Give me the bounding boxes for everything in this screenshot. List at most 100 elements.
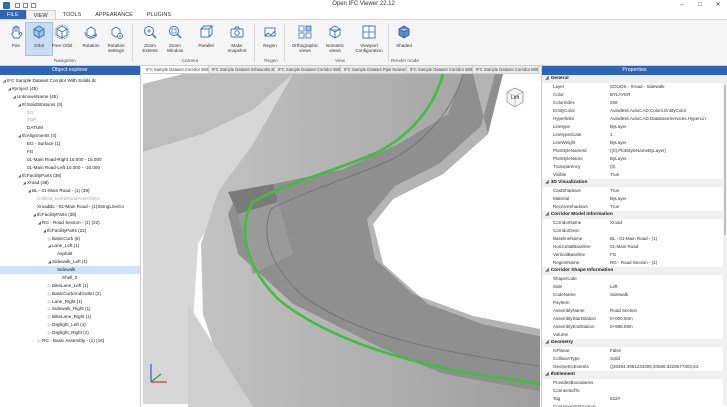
document-tab[interactable]: IFC Sample Dataset Corridor With Solids.…: [407, 66, 473, 73]
tree-item[interactable]: ◢Lane_Left (1): [0, 242, 140, 250]
tree-item[interactable]: EG: [0, 109, 140, 117]
property-row[interactable]: CollisionType Solid: [542, 355, 727, 363]
property-row[interactable]: GeometricExtents ((20484.4951234306,20589…: [542, 363, 727, 371]
property-section[interactable]: ◢ Corridor Model Information: [542, 211, 727, 219]
tree-item[interactable]: ▷BikeLane_Right (1): [0, 313, 140, 321]
collapse-icon[interactable]: ◢: [545, 268, 549, 273]
property-row[interactable]: CorridorName Xroad: [542, 219, 727, 227]
tree-item[interactable]: EG - Surface (1): [0, 140, 140, 148]
tree-item[interactable]: ◢RG - Road Section - (1) (22): [0, 219, 140, 227]
view-cube[interactable]: Left: [503, 86, 527, 110]
tree-item[interactable]: ▷Sidewalk_Right (1): [0, 305, 140, 313]
collapse-icon[interactable]: ◢: [545, 372, 549, 377]
collapse-icon[interactable]: ◢: [545, 180, 549, 185]
maximize-button[interactable]: □: [691, 0, 709, 10]
tree-item[interactable]: Sidewalk: [0, 266, 140, 274]
property-row[interactable]: PayItem: [542, 299, 727, 307]
viewport-configuration-button[interactable]: Viewport Configuration: [352, 23, 386, 54]
tree-item[interactable]: ◢Xroad (38): [0, 179, 140, 187]
property-row[interactable]: BaselineName BL - 01-Main Road - (1): [542, 235, 727, 243]
property-row[interactable]: AssemblyEndStation 0+988.09m: [542, 323, 727, 331]
property-row[interactable]: CorridorDesc: [542, 227, 727, 235]
property-row[interactable]: Material ByLayer: [542, 195, 727, 203]
document-tab[interactable]: IFC Sample Dataset Infrawurks Bridge.ifc: [209, 66, 275, 73]
scrollbar-thumb[interactable]: [724, 85, 726, 235]
tree-item[interactable]: TOP: [0, 116, 140, 124]
document-tab[interactable]: IFC Sample Dataset Corridor With Solids.…: [143, 66, 209, 73]
close-button[interactable]: ✕: [709, 0, 727, 10]
property-row[interactable]: ShapeCode: [542, 275, 727, 283]
property-row[interactable]: IsPlanar False: [542, 347, 727, 355]
isometric-views-button[interactable]: Isometric views: [322, 23, 348, 54]
tree-item[interactable]: Unfilled_IvoIrdRoadAssemblys: [0, 195, 140, 203]
property-row[interactable]: ProvidesBoundaries: [542, 379, 727, 387]
tree-item[interactable]: ▷Daylight_Left (4): [0, 321, 140, 329]
tree-item[interactable]: DATUM: [0, 124, 140, 132]
collapse-icon[interactable]: ◢: [545, 340, 549, 345]
regen-button[interactable]: Regen: [256, 23, 284, 48]
tree-item[interactable]: Shell_0: [0, 274, 140, 282]
tree-item[interactable]: 01-Main Road-Right 15.000 - 15.000: [0, 156, 140, 164]
3d-viewport[interactable]: Left: [143, 74, 540, 407]
tree-item[interactable]: ◢#project (45): [0, 85, 140, 93]
shaded-button[interactable]: Shaded: [390, 23, 418, 48]
orthographic-views-button[interactable]: Orthographic views: [289, 23, 321, 54]
print-icon[interactable]: [31, 2, 36, 8]
minimize-button[interactable]: –: [673, 0, 691, 10]
property-row[interactable]: Transparency (0): [542, 163, 727, 171]
property-row[interactable]: Side Left: [542, 283, 727, 291]
property-row[interactable]: AssemblyStartStation 0+000.00m: [542, 315, 727, 323]
tree-item[interactable]: Asphalt: [0, 250, 140, 258]
tree-item[interactable]: ▷BasicCurb (6): [0, 235, 140, 243]
tab-appearance[interactable]: APPEARANCE: [88, 10, 140, 19]
tree-item[interactable]: XroadBL - 01-Main Road - (1)StringLineCo: [0, 203, 140, 211]
tree-item[interactable]: ◢Sidewalk_Left (1): [0, 258, 140, 266]
tab-view[interactable]: VIEW: [25, 10, 56, 19]
open-icon[interactable]: [23, 2, 28, 8]
save-icon[interactable]: [15, 2, 20, 8]
property-row[interactable]: Tag 822#: [542, 395, 727, 403]
tab-tools[interactable]: TOOLS: [56, 10, 89, 19]
property-row[interactable]: CodeName Sidewalk: [542, 291, 727, 299]
property-row[interactable]: Linetype ByLayer: [542, 123, 727, 131]
property-row[interactable]: Hyperlinks Autodesk.AutoCAD.DatabaseServi…: [542, 115, 727, 123]
property-row[interactable]: VerticalBaseline FG: [542, 251, 727, 259]
tree-item[interactable]: ◢IfcFacilityParts (38): [0, 172, 140, 180]
tab-plugins[interactable]: PLUGINS: [140, 10, 178, 19]
parallel-button[interactable]: Parallel: [192, 23, 220, 48]
document-tab[interactable]: IFC Sample Dataset Corridor With Solids_…: [275, 66, 341, 73]
tree-item[interactable]: ◢IfcFacilityParts (22): [0, 227, 140, 235]
collapse-icon[interactable]: ◢: [545, 212, 549, 217]
property-row[interactable]: ConnectedTo: [542, 387, 727, 395]
property-row[interactable]: AssemblyName Road Section: [542, 307, 727, 315]
collapse-icon[interactable]: ◢: [545, 76, 549, 81]
property-row[interactable]: CastShadows True: [542, 187, 727, 195]
property-row[interactable]: Color BYLAYER: [542, 91, 727, 99]
tree-item[interactable]: ◢IFC Sample Dataset Corridor With Solids…: [0, 77, 140, 85]
property-row[interactable]: ReceiveShadows True: [542, 203, 727, 211]
document-tab[interactable]: IFC Sample Dataset Corridor With Solids.…: [473, 66, 539, 73]
property-row[interactable]: Layer SOLIDS - Xroad - Sidewalk: [542, 83, 727, 91]
tree-item[interactable]: ◢BL - 01-Main Road - (1) (38): [0, 187, 140, 195]
tree-item[interactable]: ▷Lane_Right (1): [0, 298, 140, 306]
property-row[interactable]: ContainedInStructure: [542, 403, 727, 407]
rotation-settings-button[interactable]: Rotation settings: [102, 23, 130, 54]
property-row[interactable]: EntityColor Autodesk.AutoCAD.Colors.Entit…: [542, 107, 727, 115]
free-orbit-button[interactable]: Free Orbit: [48, 23, 76, 48]
property-row[interactable]: HorizontalBaseline 01-Main Road: [542, 243, 727, 251]
zoom-extents-button[interactable]: Zoom Extents: [136, 23, 164, 54]
zoom-window-button[interactable]: Zoom Window: [161, 23, 189, 54]
property-section[interactable]: ◢ Corridor Shape Information: [542, 267, 727, 275]
make-snapshot-button[interactable]: Make snapshot: [223, 23, 251, 54]
property-row[interactable]: Visible True: [542, 171, 727, 179]
tree-item[interactable]: ◢IfcSolidStratums (3): [0, 101, 140, 109]
property-row[interactable]: ColorIndex 256: [542, 99, 727, 107]
property-row[interactable]: RegionName RG - Road Section - (1): [542, 259, 727, 267]
property-section[interactable]: ◢ IfcElement: [542, 371, 727, 379]
property-row[interactable]: LineWeight ByLayer: [542, 139, 727, 147]
document-tab[interactable]: IFC Sample Dataset Pipe Networks.ifc: [341, 66, 407, 73]
tree-item[interactable]: 01-Main Road-Left 10.000 - -16.000: [0, 164, 140, 172]
tab-file[interactable]: FILE: [0, 10, 26, 19]
tree-item[interactable]: FG: [0, 148, 140, 156]
tree-item[interactable]: ▷BasicCurbAndGutter (2): [0, 290, 140, 298]
